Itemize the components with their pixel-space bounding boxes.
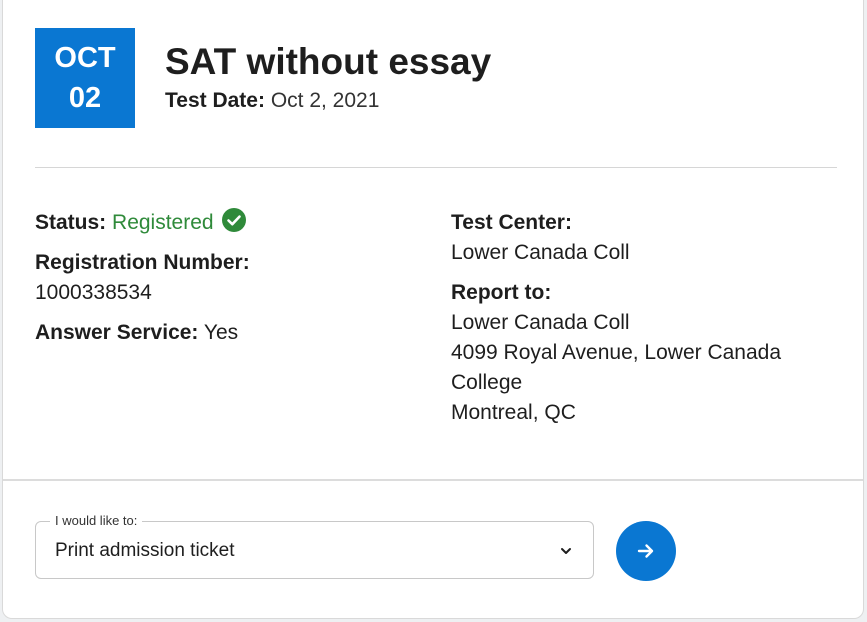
answer-service-label: Answer Service:	[35, 321, 199, 344]
action-select-value: Print admission ticket	[55, 540, 235, 561]
date-badge: OCT 02	[35, 28, 135, 128]
action-select[interactable]: I would like to: Print admission ticket	[35, 513, 594, 579]
arrow-right-icon	[637, 544, 654, 558]
registration-card: OCT 02 SAT without essay Test Date: Oct …	[2, 0, 864, 619]
badge-day: 02	[68, 82, 102, 114]
report-to-address-line2: College	[451, 371, 523, 394]
test-center-value: Lower Canada Coll	[451, 241, 630, 264]
test-date: Test Date: Oct 2, 2021	[165, 89, 379, 113]
registration-details: Status: Registered Registration Number: …	[35, 208, 415, 348]
report-to-city: Montreal, QC	[451, 401, 576, 424]
report-to-label: Report to:	[451, 281, 552, 304]
test-center-label: Test Center:	[451, 211, 572, 234]
test-date-value: Oct 2, 2021	[270, 89, 380, 112]
report-to-name: Lower Canada Coll	[451, 311, 630, 334]
answer-service-value: Yes	[203, 321, 239, 344]
status-value: Registered	[112, 211, 214, 234]
chevron-down-icon	[561, 548, 571, 554]
badge-month: OCT	[54, 42, 116, 74]
check-circle-icon	[221, 208, 246, 232]
test-date-label: Test Date:	[165, 89, 265, 112]
answer-service-row: Answer Service: Yes	[35, 318, 415, 348]
center-details: Test Center: Lower Canada Coll Report to…	[451, 208, 851, 428]
divider	[35, 167, 837, 168]
registration-number-value: 1000338534	[35, 281, 152, 304]
section-divider	[3, 479, 863, 481]
test-title: SAT without essay	[165, 41, 492, 82]
status-row: Status: Registered	[35, 208, 415, 238]
registration-number-label: Registration Number:	[35, 251, 250, 274]
action-select-legend: I would like to:	[50, 513, 143, 529]
report-to-address-line1: 4099 Royal Avenue, Lower Canada	[451, 341, 782, 364]
go-button[interactable]	[616, 521, 676, 581]
status-label: Status:	[35, 211, 107, 234]
